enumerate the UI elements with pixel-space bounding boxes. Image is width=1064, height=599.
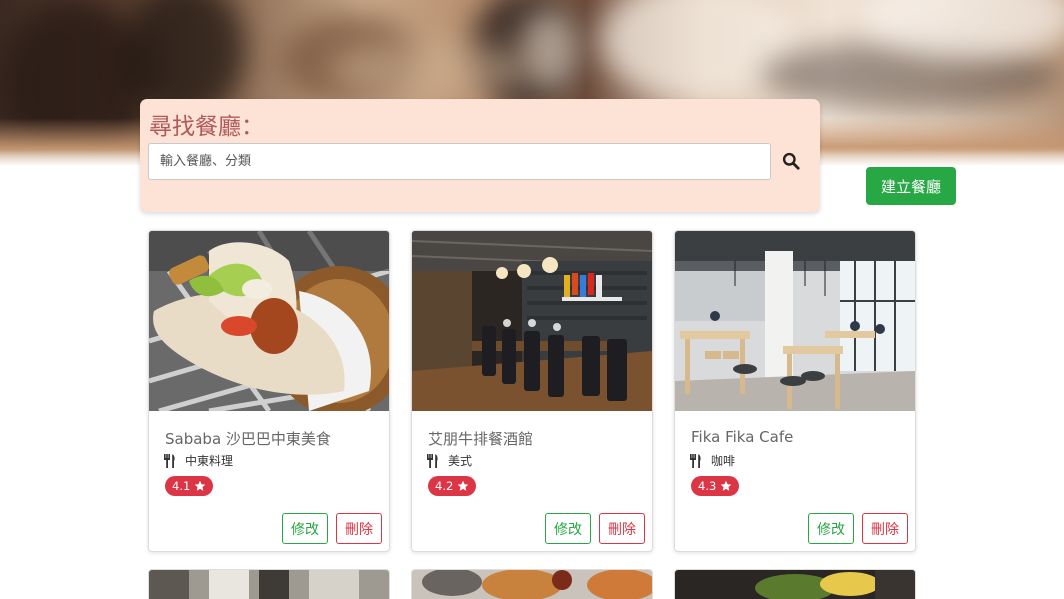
restaurant-card[interactable]: Sababa 沙巴巴中東美食 中東料理 4.1 修改 刪除 [148, 230, 390, 552]
delete-button[interactable]: 刪除 [862, 513, 908, 544]
restaurant-card[interactable]: 艾朋牛排餐酒館 美式 4.2 修改 刪除 [411, 230, 653, 552]
restaurant-category: 咖啡 [690, 452, 735, 469]
search-input[interactable] [148, 143, 771, 180]
restaurant-name: Sababa 沙巴巴中東美食 [165, 430, 331, 448]
utensils-icon [690, 453, 701, 468]
restaurant-category: 中東料理 [164, 452, 233, 469]
category-label: 咖啡 [711, 454, 736, 468]
restaurant-photo[interactable] [149, 231, 389, 411]
utensils-icon [164, 453, 175, 468]
restaurant-category: 美式 [427, 452, 472, 469]
restaurant-photo[interactable] [412, 231, 652, 411]
restaurant-card-partial[interactable] [411, 569, 653, 599]
rating-value: 4.1 [172, 479, 191, 493]
utensils-icon [427, 453, 438, 468]
restaurant-card-partial[interactable] [148, 569, 390, 599]
rating-badge: 4.1 [165, 476, 214, 496]
star-icon [195, 480, 206, 491]
rating-value: 4.2 [435, 479, 454, 493]
restaurant-photo[interactable] [675, 231, 915, 411]
restaurant-card-partial[interactable] [674, 569, 916, 599]
star-icon [458, 480, 469, 491]
restaurant-name: 艾朋牛排餐酒館 [428, 430, 534, 448]
search-icon [782, 152, 800, 170]
delete-button[interactable]: 刪除 [599, 513, 645, 544]
rating-badge: 4.2 [428, 476, 477, 496]
edit-button[interactable]: 修改 [545, 513, 591, 544]
delete-button[interactable]: 刪除 [336, 513, 382, 544]
edit-button[interactable]: 修改 [282, 513, 328, 544]
category-label: 中東料理 [185, 454, 234, 468]
search-title: 尋找餐廳： [149, 114, 264, 140]
rating-value: 4.3 [698, 479, 717, 493]
category-label: 美式 [448, 454, 473, 468]
search-button[interactable] [777, 147, 805, 175]
search-panel: 尋找餐廳： [140, 99, 820, 212]
restaurant-name: Fika Fika Cafe [691, 428, 794, 446]
star-icon [721, 480, 732, 491]
edit-button[interactable]: 修改 [808, 513, 854, 544]
rating-badge: 4.3 [691, 476, 740, 496]
restaurant-card[interactable]: Fika Fika Cafe 咖啡 4.3 修改 刪除 [674, 230, 916, 552]
create-restaurant-button[interactable]: 建立餐廳 [866, 167, 956, 205]
